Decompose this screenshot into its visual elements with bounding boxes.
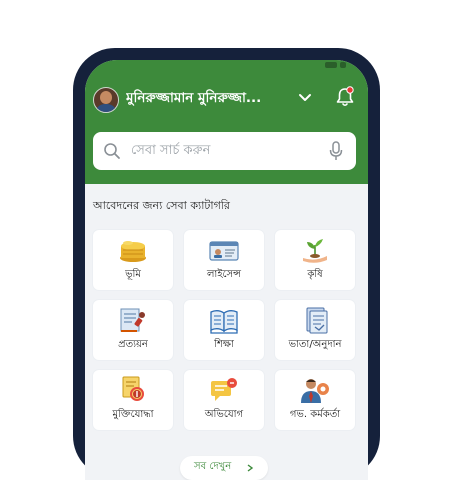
category-label: ভাতা/অনুদান: [288, 339, 342, 350]
category-card-allowance[interactable]: ভাতা/অনুদান: [275, 300, 355, 360]
category-label: ভূমি: [125, 269, 141, 280]
government-officer-icon: [301, 379, 329, 403]
category-label: লাইসেন্স: [206, 269, 242, 280]
app-screen: মুনিরুজ্জামান মুনিরুজ্জা... সেবা সার্চ ক…: [85, 60, 368, 480]
category-label: প্রত্যয়ন: [118, 339, 148, 350]
license-card-icon: [209, 241, 239, 261]
category-card-complaint[interactable]: অভিযোগ: [184, 370, 264, 430]
category-card-agriculture[interactable]: কৃষি: [275, 230, 355, 290]
category-label: কৃষি: [307, 269, 323, 280]
complaint-chat-icon: [211, 378, 237, 401]
search-input[interactable]: সেবা সার্চ করুন: [131, 141, 210, 161]
category-card-education[interactable]: শিক্ষা: [184, 300, 264, 360]
search-icon: [104, 143, 120, 159]
allowance-document-icon: [306, 307, 328, 334]
education-book-icon: [210, 310, 238, 334]
category-label: মুক্তিযোদ্ধা: [112, 409, 154, 420]
notification-bell-icon[interactable]: [335, 86, 355, 108]
category-card-gov-officer[interactable]: গভ. কর্মকর্তা: [275, 370, 355, 430]
category-card-land[interactable]: ভূমি: [93, 230, 173, 290]
view-all-label: সব দেখুন: [194, 461, 232, 472]
chevron-right-icon: [247, 464, 254, 472]
category-card-certificate[interactable]: প্রত্যয়ন: [93, 300, 173, 360]
land-coins-icon: [120, 241, 146, 262]
phone-frame: মুনিরুজ্জামান মুনিরুজ্জা... সেবা সার্চ ক…: [73, 48, 380, 480]
camera-notch-dot: [340, 62, 346, 68]
freedom-fighter-medal-icon: [122, 376, 144, 401]
category-label: অভিযোগ: [204, 409, 244, 420]
agriculture-plant-icon: [303, 239, 327, 263]
category-label: শিক্ষা: [214, 339, 234, 350]
view-all-button[interactable]: সব দেখুন: [180, 456, 268, 480]
user-name[interactable]: মুনিরুজ্জামান মুনিরুজ্জা...: [126, 88, 296, 108]
avatar-body: [95, 104, 117, 112]
avatar[interactable]: [93, 87, 119, 113]
search-bar[interactable]: সেবা সার্চ করুন: [93, 132, 356, 170]
app-header: মুনিরুজ্জামান মুনিরুজ্জা... সেবা সার্চ ক…: [85, 60, 368, 184]
microphone-icon[interactable]: [329, 141, 343, 161]
camera-notch: [325, 62, 337, 68]
certificate-stamp-icon: [120, 308, 145, 332]
chevron-down-icon[interactable]: [298, 90, 312, 104]
section-title: আবেদনের জন্য সেবা ক্যাটাগরি: [93, 199, 230, 212]
category-card-license[interactable]: লাইসেন্স: [184, 230, 264, 290]
avatar-face: [100, 91, 112, 104]
category-label: গভ. কর্মকর্তা: [289, 409, 341, 420]
category-card-freedom-fighter[interactable]: মুক্তিযোদ্ধা: [93, 370, 173, 430]
